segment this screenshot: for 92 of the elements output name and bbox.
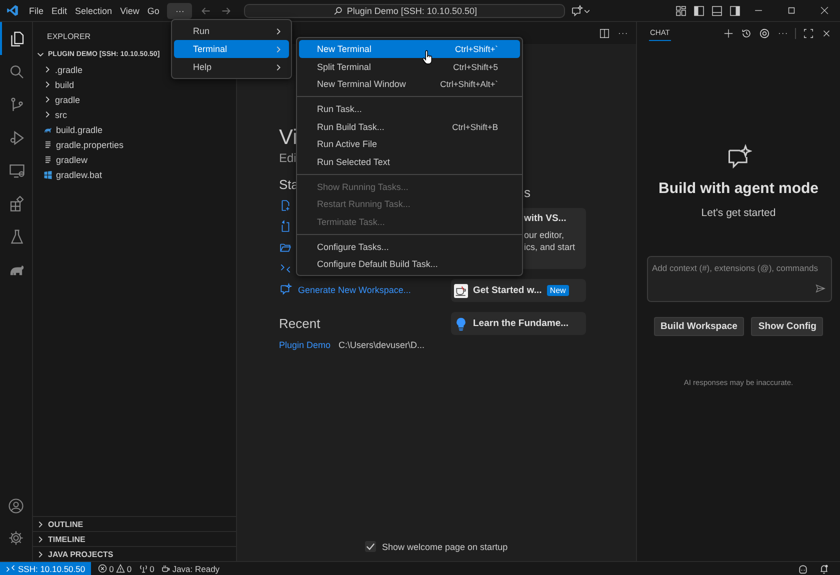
send-icon[interactable]	[815, 283, 826, 294]
menu-item[interactable]: Run Selected Text	[299, 153, 520, 171]
menu-bar-item[interactable]: Go	[143, 2, 164, 18]
chat-action-button[interactable]: Build Workspace	[654, 317, 744, 336]
text-file-icon	[43, 140, 53, 150]
recent-link[interactable]: Plugin Demo	[279, 340, 331, 350]
chat-sparkle-icon	[726, 144, 752, 170]
ports-indicator[interactable]: 0	[138, 564, 154, 574]
recent-heading: Recent	[279, 316, 320, 331]
coffee-cup-icon	[454, 284, 468, 298]
app-logo-icon	[6, 4, 19, 17]
menu-item[interactable]: Help	[174, 58, 289, 76]
menu-bar-item[interactable]: Edit	[48, 2, 72, 18]
tree-item[interactable]: gradle	[33, 92, 236, 107]
toggle-secondary-sidebar-icon[interactable]	[729, 4, 741, 16]
card-title: Get Started w...	[473, 285, 542, 296]
walkthrough-card[interactable]: Learn the Fundame...	[451, 312, 586, 335]
plus-icon[interactable]	[723, 28, 734, 38]
account-icon[interactable]	[7, 497, 25, 515]
coffee-cup-icon	[161, 564, 170, 573]
remote-indicator[interactable]: SSH: 10.10.50.50	[0, 562, 92, 575]
card-description: ics, and start	[524, 241, 576, 253]
menu-item[interactable]: Configure Default Build Task...	[299, 256, 520, 274]
chat-subheading: Let's get started	[701, 207, 776, 219]
remote-icon	[6, 564, 15, 573]
java-status[interactable]: Java: Ready	[161, 564, 220, 574]
error-icon	[98, 564, 108, 573]
tree-item[interactable]: build.gradle	[33, 122, 236, 137]
chat-heading: Build with agent mode	[658, 180, 818, 197]
antenna-icon	[138, 564, 148, 573]
menu-bar-item[interactable]: File	[25, 2, 48, 18]
tree-item[interactable]: gradle.properties	[33, 137, 236, 152]
warning-icon	[116, 564, 125, 573]
walkthroughs-heading: s	[523, 185, 532, 200]
panel-section-header[interactable]: TIMELINE	[33, 531, 236, 546]
menu-item[interactable]: Configure Tasks...	[299, 238, 520, 256]
hand-cursor-icon	[422, 50, 433, 65]
start-link[interactable]: Generate New Workspace...	[298, 284, 411, 294]
chat-input-field[interactable]: Add context (#), extensions (@), commands	[647, 256, 832, 302]
copilot-icon[interactable]	[798, 564, 808, 574]
toggle-sidebar-icon[interactable]	[693, 4, 705, 16]
menu-item[interactable]: Terminal	[174, 40, 289, 58]
menu-item[interactable]: Run Task...	[299, 100, 520, 118]
sidebar-title: EXPLORER	[46, 31, 91, 43]
checkbox-label: Show welcome page on startup	[382, 542, 508, 552]
layout-icon[interactable]	[675, 4, 687, 16]
history-icon[interactable]	[741, 28, 752, 38]
menu-item[interactable]: Split Terminal Ctrl+Shift+5	[299, 58, 520, 76]
lightbulb-icon	[454, 316, 468, 330]
menu-item[interactable]: Run Active File	[299, 135, 520, 154]
open-file-icon[interactable]	[279, 220, 292, 233]
recent-path: C:\Users\devuser\D...	[338, 340, 425, 350]
walkthrough-card[interactable]: Get Started w... New	[451, 279, 586, 302]
new-file-icon[interactable]	[279, 199, 292, 212]
settings-icon[interactable]	[759, 28, 770, 38]
maximize-icon[interactable]	[803, 28, 814, 38]
close-icon[interactable]	[821, 28, 832, 38]
chat-sparkle-icon[interactable]	[571, 4, 584, 16]
card-title: Learn the Fundame...	[473, 318, 569, 329]
problems-indicator[interactable]: 0 0	[98, 564, 132, 574]
chat-action-button[interactable]: Show Config	[751, 317, 824, 336]
menu-bar-item[interactable]: Selection	[71, 2, 116, 18]
search-icon	[332, 6, 343, 16]
tree-item[interactable]: src	[33, 107, 236, 122]
menu-bar-item[interactable]: View	[116, 2, 144, 18]
card-description: our editor,	[524, 229, 566, 241]
notification-bell-icon[interactable]	[819, 564, 829, 574]
tree-item[interactable]: gradlew.bat	[33, 167, 236, 182]
toggle-panel-icon[interactable]	[711, 4, 723, 16]
menu-item[interactable]: Run	[174, 22, 289, 40]
welcome-title: Vi	[279, 126, 298, 150]
agent-icon[interactable]	[279, 283, 292, 296]
menu-item[interactable]: New Terminal Ctrl+Shift+`	[299, 40, 520, 58]
settings-icon[interactable]	[7, 529, 25, 547]
menu-item[interactable]: Run Build Task... Ctrl+Shift+B	[299, 118, 520, 136]
connect-icon[interactable]	[279, 262, 292, 275]
checkbox[interactable]	[365, 541, 376, 552]
welcome-subtitle: Edi	[279, 151, 296, 165]
command-center-field[interactable]: Plugin Demo [SSH: 10.10.50.50]	[244, 4, 566, 18]
split-editor-icon[interactable]	[599, 28, 610, 38]
maximize-icon[interactable]	[786, 5, 797, 16]
windows-icon	[43, 170, 53, 180]
open-folder-icon[interactable]	[279, 241, 292, 254]
panel-section-header[interactable]: OUTLINE	[33, 516, 236, 531]
tree-item[interactable]: gradlew	[33, 152, 236, 167]
card-title: with VS...	[524, 213, 568, 224]
close-icon[interactable]	[819, 5, 830, 16]
menu-bar-item[interactable]: ···	[167, 2, 192, 18]
new-badge: New	[546, 285, 569, 296]
menu-item[interactable]: New Terminal Window Ctrl+Shift+Alt+`	[299, 75, 520, 94]
text-file-icon	[43, 154, 53, 164]
tree-item[interactable]: build	[33, 77, 236, 92]
